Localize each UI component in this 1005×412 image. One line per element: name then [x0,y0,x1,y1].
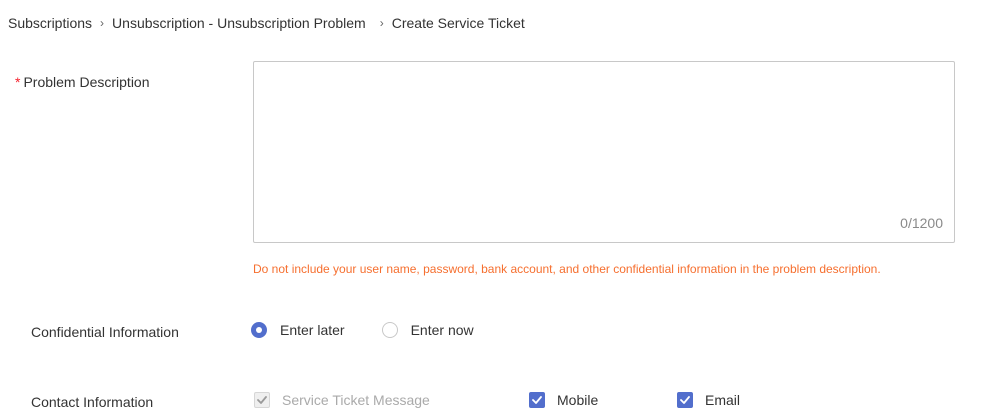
checkbox-email[interactable]: Email [677,392,740,408]
chevron-right-icon: › [100,16,105,30]
breadcrumb-unsubscription-problem[interactable]: Unsubscription - Unsubscription Problem [112,15,366,31]
radio-selected-icon[interactable] [251,322,267,338]
radio-enter-later-label: Enter later [280,322,345,338]
checkbox-checked-icon[interactable] [529,392,545,408]
checkbox-mobile-label: Mobile [557,392,599,408]
confidential-information-label: Confidential Information [31,324,179,340]
breadcrumb-subscriptions[interactable]: Subscriptions [8,15,92,31]
problem-description-label: * Problem Description [15,74,150,90]
chevron-right-icon: › [379,16,384,30]
confidential-radio-group: Enter later Enter now [251,322,474,338]
breadcrumb: Subscriptions › Unsubscription - Unsubsc… [8,13,525,33]
checkbox-service-ticket-message[interactable]: Service Ticket Message [254,392,430,408]
contact-information-label: Contact Information [31,394,154,410]
breadcrumb-current: Create Service Ticket [391,15,525,31]
checkbox-mobile[interactable]: Mobile [529,392,598,408]
problem-description-label-text: Problem Description [23,74,150,90]
checkbox-email-label: Email [705,392,741,408]
problem-description-field: 0/1200 [253,61,955,243]
radio-enter-now-label: Enter now [410,322,474,338]
character-count: 0/1200 [900,215,943,231]
checkbox-checked-icon[interactable] [677,392,693,408]
checkbox-service-ticket-message-label: Service Ticket Message [282,392,430,408]
problem-description-input[interactable] [254,62,954,242]
required-mark: * [15,74,21,90]
radio-enter-later[interactable]: Enter later [251,322,345,338]
confidential-warning: Do not include your user name, password,… [253,262,881,276]
checkbox-disabled-checked-icon [254,392,270,408]
radio-unselected-icon[interactable] [381,322,398,338]
radio-enter-now[interactable]: Enter now [381,322,474,338]
